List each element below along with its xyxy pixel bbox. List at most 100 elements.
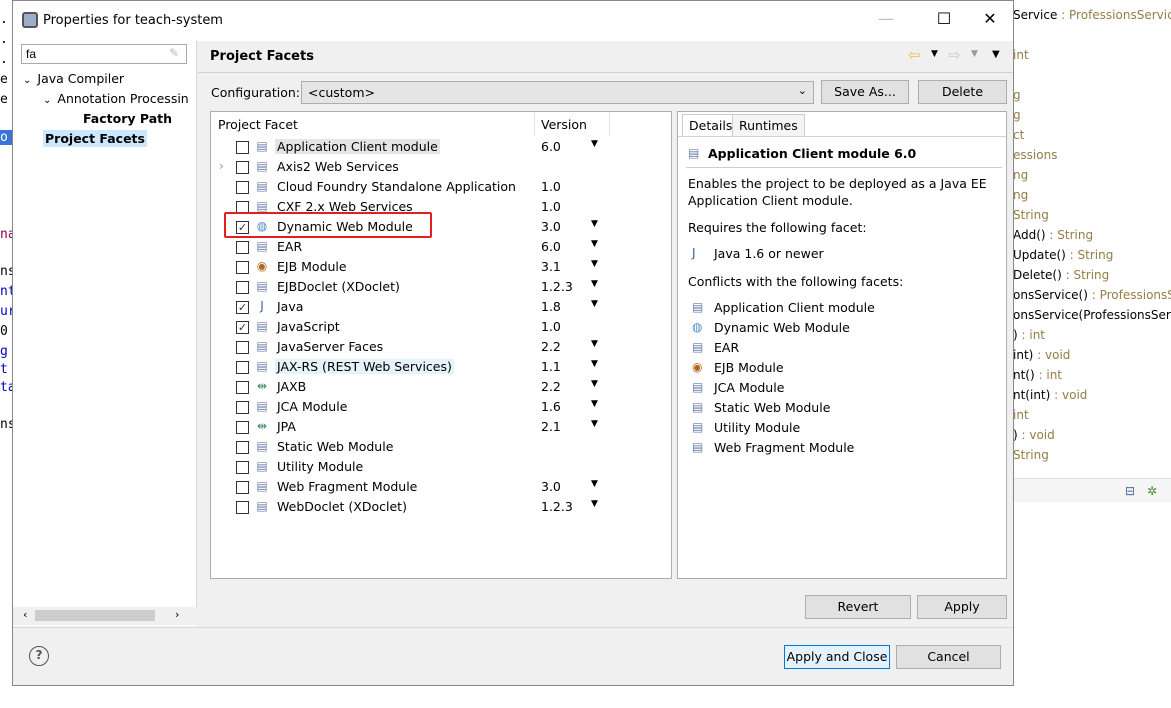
filter-input[interactable]	[21, 44, 187, 64]
facet-version[interactable]: 6.0	[541, 239, 561, 254]
save-as-button[interactable]: Save As...	[821, 80, 909, 104]
facet-row[interactable]: ▤ Utility Module	[211, 457, 671, 477]
outline-item[interactable]: onsService() : ProfessionsSe	[1013, 288, 1171, 302]
outline-item[interactable]: int	[1013, 48, 1029, 62]
facet-version[interactable]: 1.0	[541, 199, 561, 214]
apply-and-close-button[interactable]: Apply and Close	[784, 645, 890, 669]
forward-arrow-icon[interactable]: ⇨	[948, 46, 961, 64]
chevron-down-icon[interactable]: ⌄	[43, 95, 51, 106]
version-dropdown-icon[interactable]: ▼	[591, 219, 598, 229]
facet-row[interactable]: ⇹ JAXB 2.2 ▼	[211, 377, 671, 397]
tab-details[interactable]: Details	[682, 114, 740, 136]
collapse-all-icon[interactable]: ⊟	[1125, 484, 1135, 498]
facet-row[interactable]: ✓ J Java 1.8 ▼	[211, 297, 671, 317]
tree-item-project-facets[interactable]: Project Facets	[43, 130, 147, 147]
outline-item[interactable]: essions	[1013, 148, 1057, 162]
facet-version[interactable]: 1.2.3	[541, 499, 573, 514]
outline-item[interactable]: g	[1013, 108, 1021, 122]
column-header-version[interactable]: Version	[541, 117, 587, 132]
facet-checkbox[interactable]	[236, 461, 249, 474]
help-icon[interactable]: ?	[29, 646, 49, 666]
facet-checkbox[interactable]	[236, 281, 249, 294]
delete-button[interactable]: Delete	[918, 80, 1007, 104]
facet-version[interactable]: 1.2.3	[541, 279, 573, 294]
bug-icon[interactable]: ✲	[1147, 484, 1157, 498]
facet-row[interactable]: ▤ EJBDoclet (XDoclet) 1.2.3 ▼	[211, 277, 671, 297]
facet-version[interactable]: 1.0	[541, 319, 561, 334]
facet-row[interactable]: ▤ EAR 6.0 ▼	[211, 237, 671, 257]
maximize-button[interactable]: ☐	[929, 9, 959, 33]
back-menu-chevron-icon[interactable]: ▼	[931, 49, 938, 59]
facet-row[interactable]: ▤ Web Fragment Module 3.0 ▼	[211, 477, 671, 497]
facet-row[interactable]: ▤ WebDoclet (XDoclet) 1.2.3 ▼	[211, 497, 671, 517]
outline-item[interactable]: nt() : int	[1013, 368, 1062, 382]
tree-item-annotation-processin[interactable]: ⌄ Annotation Processin	[43, 91, 189, 106]
close-button[interactable]: ✕	[975, 9, 1005, 33]
outline-item[interactable]: String	[1013, 208, 1049, 222]
facet-row[interactable]: ▤ JAX-RS (REST Web Services) 1.1 ▼	[211, 357, 671, 377]
outline-item[interactable]: ) : void	[1013, 428, 1055, 442]
outline-item[interactable]: Delete() : String	[1013, 268, 1109, 282]
outline-item[interactable]: g	[1013, 88, 1021, 102]
facet-row[interactable]: ▤ Application Client module 6.0 ▼	[211, 137, 671, 157]
clear-filter-icon[interactable]: ✎	[169, 46, 179, 60]
outline-item[interactable]: ng	[1013, 188, 1028, 202]
facet-version[interactable]: 1.8	[541, 299, 561, 314]
revert-button[interactable]: Revert	[805, 595, 911, 619]
tree-item-factory-path[interactable]: Factory Path	[83, 111, 172, 126]
facet-checkbox[interactable]: ✓	[236, 301, 249, 314]
facet-row[interactable]: ⇹ JPA 2.1 ▼	[211, 417, 671, 437]
configuration-select[interactable]: <custom> ⌄	[301, 81, 814, 104]
version-dropdown-icon[interactable]: ▼	[591, 339, 598, 349]
facet-version[interactable]: 1.6	[541, 399, 561, 414]
tab-runtimes[interactable]: Runtimes	[732, 114, 805, 136]
view-menu-icon[interactable]: ▼	[992, 49, 1000, 60]
facet-row[interactable]: ▤ JCA Module 1.6 ▼	[211, 397, 671, 417]
version-dropdown-icon[interactable]: ▼	[591, 479, 598, 489]
facet-checkbox[interactable]	[236, 501, 249, 514]
facet-version[interactable]: 2.2	[541, 339, 561, 354]
facet-checkbox[interactable]	[236, 341, 249, 354]
facet-checkbox[interactable]	[236, 181, 249, 194]
facet-version[interactable]: 2.1	[541, 419, 561, 434]
apply-button[interactable]: Apply	[917, 595, 1007, 619]
facet-version[interactable]: 6.0	[541, 139, 561, 154]
facet-checkbox[interactable]	[236, 141, 249, 154]
outline-item[interactable]: ct	[1013, 128, 1024, 142]
back-arrow-icon[interactable]: ⇦	[908, 46, 921, 64]
version-dropdown-icon[interactable]: ▼	[591, 419, 598, 429]
outline-item[interactable]: int	[1013, 408, 1029, 422]
minimize-button[interactable]: —	[871, 9, 901, 33]
facet-checkbox[interactable]	[236, 381, 249, 394]
version-dropdown-icon[interactable]: ▼	[591, 139, 598, 149]
scroll-left-arrow[interactable]: ‹	[23, 608, 27, 621]
facet-checkbox[interactable]	[236, 361, 249, 374]
facet-row[interactable]: ▤ Static Web Module	[211, 437, 671, 457]
facet-checkbox[interactable]	[236, 481, 249, 494]
cancel-button[interactable]: Cancel	[896, 645, 1001, 669]
scrollbar-thumb[interactable]	[35, 610, 155, 621]
outline-item[interactable]: String	[1013, 448, 1049, 462]
facet-row[interactable]: ◉ EJB Module 3.1 ▼	[211, 257, 671, 277]
facet-checkbox[interactable]	[236, 401, 249, 414]
version-dropdown-icon[interactable]: ▼	[591, 499, 598, 509]
facet-row[interactable]: ✓ ▤ JavaScript 1.0	[211, 317, 671, 337]
facet-checkbox[interactable]	[236, 421, 249, 434]
facet-row[interactable]: › ▤ Axis2 Web Services	[211, 157, 671, 177]
version-dropdown-icon[interactable]: ▼	[591, 359, 598, 369]
facet-checkbox[interactable]	[236, 161, 249, 174]
facet-checkbox[interactable]	[236, 441, 249, 454]
forward-menu-chevron-icon[interactable]: ▼	[971, 49, 978, 59]
facet-checkbox[interactable]: ✓	[236, 321, 249, 334]
outline-item[interactable]: Add() : String	[1013, 228, 1093, 242]
version-dropdown-icon[interactable]: ▼	[591, 399, 598, 409]
facet-row[interactable]: ▤ JavaServer Faces 2.2 ▼	[211, 337, 671, 357]
outline-item[interactable]: nt(int) : void	[1013, 388, 1087, 402]
column-header-facet[interactable]: Project Facet	[218, 117, 298, 132]
facet-version[interactable]: 3.0	[541, 219, 561, 234]
version-dropdown-icon[interactable]: ▼	[591, 239, 598, 249]
version-dropdown-icon[interactable]: ▼	[591, 279, 598, 289]
facet-checkbox[interactable]	[236, 241, 249, 254]
outline-item[interactable]: ) : int	[1013, 328, 1045, 342]
facet-version[interactable]: 3.0	[541, 479, 561, 494]
